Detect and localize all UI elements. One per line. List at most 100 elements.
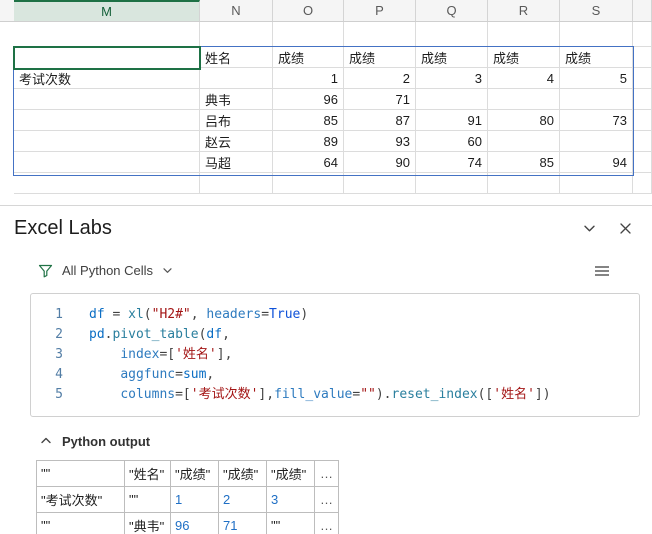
sheet-row bbox=[0, 22, 652, 47]
cell[interactable]: 成绩 bbox=[560, 47, 633, 68]
row-sliver bbox=[0, 47, 14, 68]
cell[interactable]: 96 bbox=[273, 89, 344, 110]
active-cell[interactable] bbox=[13, 46, 201, 70]
cell[interactable] bbox=[488, 131, 560, 152]
cell[interactable] bbox=[488, 89, 560, 110]
cell[interactable]: 73 bbox=[560, 110, 633, 131]
column-header-S[interactable]: S bbox=[560, 0, 633, 21]
cell[interactable] bbox=[14, 173, 200, 194]
cell[interactable]: 85 bbox=[488, 152, 560, 173]
cell[interactable]: 85 bbox=[273, 110, 344, 131]
cell[interactable] bbox=[488, 22, 560, 47]
cell[interactable]: 成绩 bbox=[416, 47, 488, 68]
cell[interactable] bbox=[14, 131, 200, 152]
cell[interactable] bbox=[200, 68, 273, 89]
cell[interactable] bbox=[560, 22, 633, 47]
cell[interactable] bbox=[14, 110, 200, 131]
cell[interactable]: 吕布 bbox=[200, 110, 273, 131]
cell[interactable]: 74 bbox=[416, 152, 488, 173]
cell[interactable] bbox=[14, 89, 200, 110]
cell[interactable] bbox=[200, 22, 273, 47]
cell[interactable]: 90 bbox=[344, 152, 416, 173]
cell[interactable] bbox=[14, 22, 200, 47]
cell[interactable]: 姓名 bbox=[200, 47, 273, 68]
filter-icon bbox=[38, 263, 53, 278]
cell[interactable]: 1 bbox=[273, 68, 344, 89]
column-header-R[interactable]: R bbox=[488, 0, 560, 21]
cell[interactable]: 3 bbox=[416, 68, 488, 89]
cell[interactable] bbox=[633, 110, 652, 131]
close-icon[interactable] bbox=[619, 222, 632, 235]
cell[interactable] bbox=[273, 22, 344, 47]
cell[interactable]: 成绩 bbox=[273, 47, 344, 68]
code-text: aggfunc=sum, bbox=[120, 367, 215, 382]
cell[interactable]: 2 bbox=[344, 68, 416, 89]
cell[interactable]: 89 bbox=[273, 131, 344, 152]
cell[interactable] bbox=[488, 173, 560, 194]
cell[interactable] bbox=[200, 173, 273, 194]
cell[interactable] bbox=[633, 89, 652, 110]
output-cell: "姓名" bbox=[124, 460, 171, 487]
output-cell: 1 bbox=[170, 486, 219, 513]
column-header-blank[interactable] bbox=[633, 0, 652, 21]
cell[interactable] bbox=[633, 68, 652, 89]
cell[interactable] bbox=[344, 22, 416, 47]
cell[interactable]: 4 bbox=[488, 68, 560, 89]
column-header-P[interactable]: P bbox=[344, 0, 416, 21]
cell[interactable]: 87 bbox=[344, 110, 416, 131]
code-line-1[interactable]: 1 df = xl("H2#", headers=True) bbox=[31, 305, 639, 325]
code-line-4[interactable]: 4 aggfunc=sum, bbox=[31, 365, 639, 385]
chevron-down-small-icon[interactable] bbox=[162, 265, 173, 276]
cell[interactable]: 马超 bbox=[200, 152, 273, 173]
cell[interactable] bbox=[633, 22, 652, 47]
cell[interactable] bbox=[633, 131, 652, 152]
panel-title: Excel Labs bbox=[14, 217, 112, 239]
cell[interactable]: 80 bbox=[488, 110, 560, 131]
code-text: columns=['考试次数'],fill_value="").reset_in… bbox=[120, 387, 551, 402]
cell[interactable] bbox=[633, 152, 652, 173]
cell[interactable] bbox=[560, 89, 633, 110]
cells-filter-dropdown[interactable]: All Python Cells bbox=[62, 263, 153, 278]
cell[interactable] bbox=[416, 173, 488, 194]
cell[interactable]: 91 bbox=[416, 110, 488, 131]
cell[interactable] bbox=[344, 173, 416, 194]
cell[interactable] bbox=[560, 173, 633, 194]
row-sliver bbox=[0, 110, 14, 131]
cell[interactable]: 典韦 bbox=[200, 89, 273, 110]
code-line-2[interactable]: 2 pd.pivot_table(df, bbox=[31, 325, 639, 345]
cell[interactable] bbox=[560, 131, 633, 152]
output-cell: … bbox=[314, 512, 339, 534]
chevron-down-icon[interactable] bbox=[582, 221, 597, 236]
cell[interactable]: 成绩 bbox=[344, 47, 416, 68]
cell[interactable]: 考试次数 bbox=[14, 68, 200, 89]
cell[interactable] bbox=[416, 22, 488, 47]
cell[interactable]: 5 bbox=[560, 68, 633, 89]
cell[interactable] bbox=[273, 173, 344, 194]
menu-icon[interactable] bbox=[594, 263, 610, 277]
column-header-Q[interactable]: Q bbox=[416, 0, 488, 21]
column-header-M[interactable]: M bbox=[14, 0, 200, 21]
python-output-header[interactable]: Python output bbox=[40, 431, 652, 451]
chevron-up-icon[interactable] bbox=[40, 435, 52, 447]
column-header-O[interactable]: O bbox=[273, 0, 344, 21]
cell[interactable]: 71 bbox=[344, 89, 416, 110]
code-line-5[interactable]: 5 columns=['考试次数'],fill_value="").reset_… bbox=[31, 385, 639, 405]
code-editor[interactable]: 1 df = xl("H2#", headers=True) 2 pd.pivot_t… bbox=[30, 293, 640, 417]
cell[interactable]: 成绩 bbox=[488, 47, 560, 68]
code-line-3[interactable]: 3 index=['姓名'], bbox=[31, 345, 639, 365]
cell[interactable]: 64 bbox=[273, 152, 344, 173]
output-cell: "典韦" bbox=[124, 512, 171, 534]
cell[interactable] bbox=[14, 152, 200, 173]
row-sliver bbox=[0, 173, 14, 194]
output-cell: … bbox=[314, 486, 339, 513]
cell[interactable] bbox=[416, 89, 488, 110]
cell[interactable] bbox=[633, 47, 652, 68]
cell[interactable]: 93 bbox=[344, 131, 416, 152]
output-cell: "" bbox=[36, 512, 125, 534]
cell[interactable]: 赵云 bbox=[200, 131, 273, 152]
cell[interactable]: 94 bbox=[560, 152, 633, 173]
cell[interactable] bbox=[633, 173, 652, 194]
column-header-N[interactable]: N bbox=[200, 0, 273, 21]
code-lines: 1 df = xl("H2#", headers=True) 2 pd.pivot_t… bbox=[31, 305, 639, 405]
cell[interactable]: 60 bbox=[416, 131, 488, 152]
